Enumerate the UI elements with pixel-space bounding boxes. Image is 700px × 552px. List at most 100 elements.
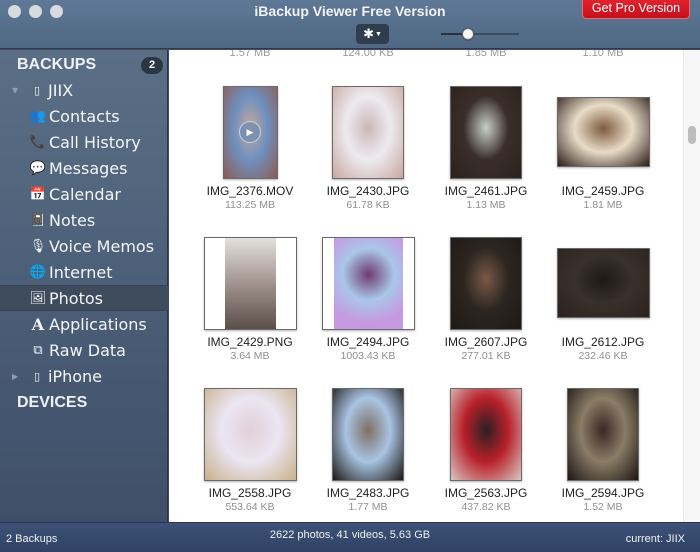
thumbnail-container: [191, 235, 309, 331]
photo-size: 1003.43 KB: [340, 350, 396, 362]
photo-thumbnail[interactable]: [450, 387, 522, 481]
photo-filename: IMG_2483.JPG: [326, 486, 410, 500]
thumbnail-size-slider[interactable]: [441, 27, 519, 41]
thumbnail-container: [309, 84, 427, 180]
photo-thumbnail[interactable]: [321, 236, 415, 330]
photo-item[interactable]: IMG_2558.JPG 553.64 KB: [191, 386, 309, 522]
sidebar-item-label: Call History: [49, 132, 141, 152]
sidebar-item-calendar[interactable]: 📅 Calendar: [0, 181, 168, 207]
sidebar-item-applications[interactable]: A Applications: [0, 311, 168, 337]
photo-filename: IMG_2612.JPG: [561, 335, 645, 349]
photo-item[interactable]: IMG_2429.PNG 3.64 MB: [191, 235, 309, 375]
microphone-icon: 🎙: [29, 238, 47, 254]
photo-item[interactable]: IMG_2459.JPG 1.81 MB: [544, 84, 662, 224]
applications-icon: A: [31, 314, 45, 334]
contacts-icon: 👥: [29, 108, 47, 124]
backups-count-badge: 2: [141, 57, 163, 74]
photo-thumbnail[interactable]: [332, 387, 404, 481]
photo-item[interactable]: IMG_2563.JPG 437.82 KB: [427, 386, 545, 522]
photo-filename: IMG_2607.JPG: [444, 335, 528, 349]
current-device-status: current: JIIX: [625, 533, 685, 545]
photo-size: 124.00 KB: [342, 50, 394, 59]
chevron-down-icon: ▼: [374, 30, 382, 38]
backups-header: BACKUPS: [17, 56, 97, 73]
sidebar-item-label: iPhone: [48, 366, 103, 386]
photo-item[interactable]: IMG_2494.JPG 1003.43 KB: [309, 235, 427, 375]
thumbnail-container: [427, 84, 545, 180]
sidebar-item-photos[interactable]: 🖼 Photos: [0, 285, 168, 311]
photos-icon: 🖼: [29, 290, 47, 306]
photo-thumbnail[interactable]: [203, 387, 297, 481]
action-menu-button[interactable]: ✱ ▼: [356, 24, 389, 44]
get-pro-version-button[interactable]: Get Pro Version: [582, 0, 690, 19]
photo-item[interactable]: IMG_2430.JPG 61.78 KB: [309, 84, 427, 224]
raw-data-icon: ⧉: [33, 342, 43, 358]
status-bar: 2 Backups 2622 photos, 41 videos, 5.63 G…: [0, 522, 700, 552]
photo-thumbnail[interactable]: ▶: [222, 85, 278, 179]
gear-icon: ✱: [363, 26, 374, 41]
photo-filename: IMG_2429.PNG: [207, 335, 293, 349]
thumbnail-container: [544, 84, 662, 180]
iphone-icon: ▯: [33, 83, 41, 97]
sidebar: BACKUPS 2 ▼ ▯ JIIX 👥 Contacts 📞 Call History 💬 M…: [0, 50, 168, 522]
sidebar-item-call-history[interactable]: 📞 Call History: [0, 129, 168, 155]
sidebar-item-label: Messages: [49, 158, 128, 178]
thumbnail-container: [309, 386, 427, 482]
scrollbar-thumb[interactable]: [688, 126, 696, 144]
thumbnail-container: [544, 386, 662, 482]
sidebar-item-contacts[interactable]: 👥 Contacts: [0, 103, 168, 129]
vertical-scrollbar[interactable]: [683, 50, 700, 522]
sidebar-item-label: Voice Memos: [49, 236, 155, 256]
sidebar-item-messages[interactable]: 💬 Messages: [0, 155, 168, 181]
thumbnail-container: [191, 386, 309, 482]
photo-item[interactable]: IMG_2594.JPG 1.52 MB: [544, 386, 662, 522]
slider-thumb[interactable]: [462, 28, 475, 40]
thumbnail-container: [309, 235, 427, 331]
photo-filename: IMG_2376.MOV: [206, 184, 294, 198]
sidebar-item-label: Applications: [49, 314, 147, 334]
photo-thumbnail[interactable]: [332, 85, 404, 179]
sidebar-item-notes[interactable]: 📓 Notes: [0, 207, 168, 233]
photo-image: [224, 237, 276, 329]
disclosure-expanded-icon[interactable]: ▼: [12, 86, 18, 95]
sidebar-item-label: Notes: [49, 210, 96, 230]
disclosure-collapsed-icon[interactable]: ▶: [12, 372, 18, 381]
thumbnail-container: [427, 235, 545, 331]
sidebar-item-label: Contacts: [49, 106, 120, 126]
sidebar-item-voice-memos[interactable]: 🎙 Voice Memos: [0, 233, 168, 259]
photo-filename: IMG_2430.JPG: [326, 184, 410, 198]
sidebar-item-jiix[interactable]: ▼ ▯ JIIX: [0, 77, 168, 103]
video-item[interactable]: ▶ IMG_2376.MOV 113.25 MB: [191, 84, 309, 224]
sidebar-item-iphone[interactable]: ▶ ▯ iPhone: [0, 363, 168, 389]
photo-thumbnail[interactable]: [556, 97, 650, 167]
photo-size: 1.10 MB: [582, 50, 624, 59]
photo-filename: IMG_2494.JPG: [326, 335, 410, 349]
photo-item[interactable]: IMG_2607.JPG 277.01 KB: [427, 235, 545, 375]
photo-filename: IMG_2459.JPG: [561, 184, 645, 198]
photo-thumbnail[interactable]: [567, 387, 639, 481]
sidebar-item-internet[interactable]: 🌐 Internet: [0, 259, 168, 285]
photo-thumbnail[interactable]: [450, 236, 522, 330]
photo-item[interactable]: IMG_2461.JPG 1.13 MB: [427, 84, 545, 224]
play-icon[interactable]: ▶: [239, 121, 261, 143]
photo-thumbnail[interactable]: [450, 85, 522, 179]
photo-thumbnail[interactable]: [203, 236, 297, 330]
photo-item[interactable]: IMG_2612.JPG 232.46 KB: [544, 235, 662, 375]
phone-icon: 📞: [29, 134, 47, 150]
photo-thumbnail[interactable]: [556, 248, 650, 318]
sidebar-item-label: Calendar: [49, 184, 121, 204]
photo-size: 1.77 MB: [348, 501, 388, 513]
photo-size: 3.64 MB: [230, 350, 270, 362]
photo-size: 1.13 MB: [466, 199, 506, 211]
photo-size: 61.78 KB: [346, 199, 390, 211]
photo-size: 1.81 MB: [583, 199, 623, 211]
photo-size: 553.64 KB: [225, 501, 275, 513]
photo-grid: 1.57 MB 124.00 KB 1.85 MB 1.10 MB ▶ IMG_2376…: [169, 50, 700, 522]
photo-size: 113.25 MB: [224, 199, 275, 211]
photo-item[interactable]: IMG_2483.JPG 1.77 MB: [309, 386, 427, 522]
sidebar-item-label: Photos: [49, 288, 103, 308]
thumbnail-container: [544, 235, 662, 331]
photo-size: 437.82 KB: [461, 501, 511, 513]
sidebar-item-raw-data[interactable]: ⧉ Raw Data: [0, 337, 168, 363]
sidebar-item-label: Raw Data: [49, 340, 126, 360]
